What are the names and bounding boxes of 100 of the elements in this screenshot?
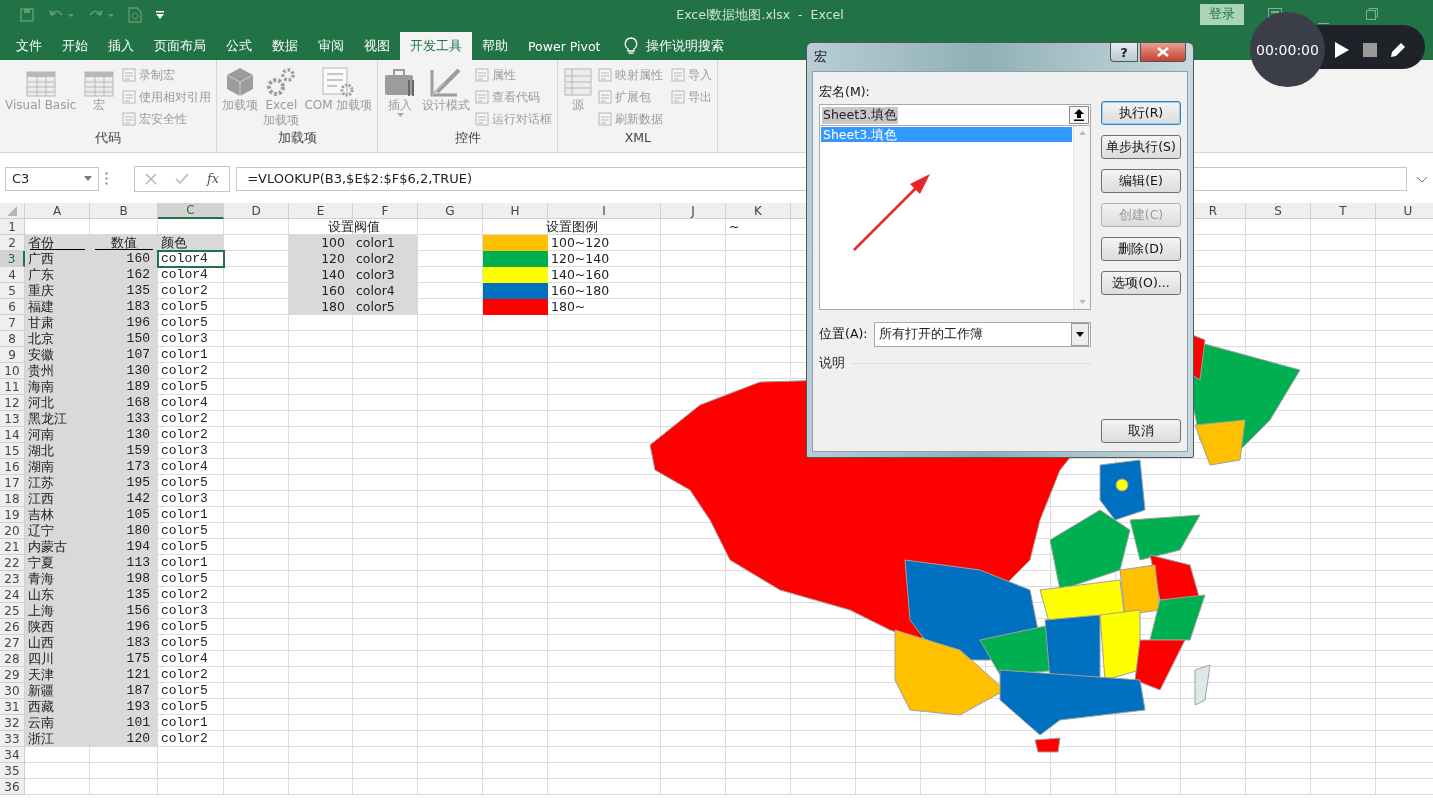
row-header[interactable]: 3 bbox=[0, 251, 25, 267]
column-header[interactable]: F bbox=[353, 203, 418, 219]
restore-icon[interactable] bbox=[1366, 8, 1378, 20]
row-header[interactable]: 15 bbox=[0, 443, 25, 459]
row-header[interactable]: 12 bbox=[0, 395, 25, 411]
column-header[interactable]: T bbox=[1311, 203, 1376, 219]
row-header[interactable]: 33 bbox=[0, 731, 25, 747]
table-cell: 194 bbox=[90, 539, 158, 555]
row-header[interactable]: 19 bbox=[0, 507, 25, 523]
row-header[interactable]: 13 bbox=[0, 411, 25, 427]
ribbon-tab[interactable]: 视图 bbox=[354, 32, 400, 60]
row-header[interactable]: 10 bbox=[0, 363, 25, 379]
save-icon[interactable] bbox=[20, 8, 34, 22]
customize-caret-icon[interactable] bbox=[156, 11, 164, 19]
row-header[interactable]: 7 bbox=[0, 315, 25, 331]
dialog-button[interactable]: 删除(D) bbox=[1101, 237, 1181, 261]
pen-button[interactable] bbox=[1391, 42, 1406, 57]
macro-name-field[interactable]: Sheet3.填色 bbox=[819, 104, 1091, 126]
row-header[interactable]: 29 bbox=[0, 667, 25, 683]
row-header[interactable]: 8 bbox=[0, 331, 25, 347]
row-header[interactable]: 6 bbox=[0, 299, 25, 315]
row-header[interactable]: 35 bbox=[0, 763, 25, 779]
row-header[interactable]: 9 bbox=[0, 347, 25, 363]
lightbulb-icon[interactable] bbox=[624, 37, 639, 55]
row-header[interactable]: 16 bbox=[0, 459, 25, 475]
help-button[interactable]: ? bbox=[1110, 43, 1138, 62]
column-header[interactable]: J bbox=[661, 203, 726, 219]
cube-icon bbox=[225, 66, 256, 98]
row-header[interactable]: 1 bbox=[0, 219, 25, 235]
row-header[interactable]: 32 bbox=[0, 715, 25, 731]
play-button[interactable] bbox=[1335, 41, 1349, 58]
table-cell: 180 bbox=[289, 299, 353, 315]
close-button[interactable] bbox=[1140, 43, 1186, 62]
ribbon-tab[interactable]: 开始 bbox=[52, 32, 98, 60]
sign-in-button[interactable]: 登录 bbox=[1200, 4, 1244, 25]
select-all-icon[interactable] bbox=[7, 205, 17, 216]
row-header[interactable]: 4 bbox=[0, 267, 25, 283]
collapse-button[interactable] bbox=[1069, 106, 1089, 124]
ribbon-tab[interactable]: 审阅 bbox=[308, 32, 354, 60]
column-header[interactable]: B bbox=[90, 203, 158, 219]
column-header[interactable]: K bbox=[726, 203, 791, 219]
column-header[interactable]: I bbox=[548, 203, 661, 219]
location-dropdown[interactable]: 所有打开的工作簿 bbox=[873, 322, 1091, 347]
column-header[interactable]: D bbox=[224, 203, 289, 219]
scroll-up-icon[interactable] bbox=[1078, 131, 1086, 135]
table-cell: color4 bbox=[158, 251, 224, 267]
expand-caret-icon[interactable] bbox=[1417, 177, 1427, 183]
row-header[interactable]: 24 bbox=[0, 587, 25, 603]
ribbon-tab[interactable]: 页面布局 bbox=[144, 32, 216, 60]
row-header[interactable]: 14 bbox=[0, 427, 25, 443]
ribbon-tab[interactable]: 帮助 bbox=[472, 32, 518, 60]
row-header[interactable]: 18 bbox=[0, 491, 25, 507]
scroll-down-icon[interactable] bbox=[1078, 300, 1086, 304]
dialog-button[interactable]: 单步执行(S) bbox=[1101, 135, 1181, 159]
print-preview-icon[interactable] bbox=[128, 7, 142, 23]
ribbon-tab[interactable]: Power Pivot bbox=[518, 32, 611, 60]
row-header[interactable]: 2 bbox=[0, 235, 25, 251]
tell-me-search[interactable]: 操作说明搜索 bbox=[646, 37, 725, 55]
scrollbar[interactable] bbox=[1073, 126, 1090, 309]
column-header[interactable]: E bbox=[289, 203, 353, 219]
column-header[interactable]: H bbox=[483, 203, 548, 219]
row-header[interactable]: 30 bbox=[0, 683, 25, 699]
row-header[interactable]: 23 bbox=[0, 571, 25, 587]
ribbon-tab[interactable]: 文件 bbox=[6, 32, 52, 60]
column-header[interactable]: C bbox=[158, 203, 224, 219]
row-header[interactable]: 25 bbox=[0, 603, 25, 619]
table-cell: 江苏 bbox=[25, 475, 90, 491]
ribbon-tab[interactable]: 公式 bbox=[216, 32, 262, 60]
dialog-button[interactable]: 编辑(E) bbox=[1101, 169, 1181, 193]
dialog-button[interactable]: 执行(R) bbox=[1101, 101, 1181, 125]
upload-arrow-icon bbox=[1074, 109, 1084, 121]
row-header[interactable]: 34 bbox=[0, 747, 25, 763]
column-header[interactable]: G bbox=[418, 203, 483, 219]
insert-function-button[interactable]: fx bbox=[207, 171, 220, 186]
ribbon-tab[interactable]: 开发工具 bbox=[400, 32, 472, 60]
column-header[interactable]: S bbox=[1246, 203, 1311, 219]
table-cell-text: 160~180 bbox=[550, 283, 611, 299]
ribbon-tab[interactable]: 插入 bbox=[98, 32, 144, 60]
row-header[interactable]: 26 bbox=[0, 619, 25, 635]
row-header[interactable]: 17 bbox=[0, 475, 25, 491]
row-header[interactable]: 11 bbox=[0, 379, 25, 395]
column-header[interactable]: A bbox=[25, 203, 90, 219]
dialog-button[interactable]: 选项(O)... bbox=[1101, 271, 1181, 295]
drag-handle-icon[interactable] bbox=[105, 172, 108, 185]
row-header[interactable]: 36 bbox=[0, 779, 25, 795]
row-header[interactable]: 5 bbox=[0, 283, 25, 299]
ribbon-tab[interactable]: 数据 bbox=[262, 32, 308, 60]
minimize-icon[interactable] bbox=[1318, 23, 1329, 25]
cancel-button[interactable]: 取消 bbox=[1101, 419, 1181, 443]
column-header[interactable]: U bbox=[1376, 203, 1433, 219]
row-header[interactable]: 22 bbox=[0, 555, 25, 571]
row-header[interactable]: 21 bbox=[0, 539, 25, 555]
cancel-icon[interactable] bbox=[145, 172, 157, 185]
row-header[interactable]: 27 bbox=[0, 635, 25, 651]
row-header[interactable]: 28 bbox=[0, 651, 25, 667]
row-header[interactable]: 20 bbox=[0, 523, 25, 539]
table-cell: 187 bbox=[90, 683, 158, 699]
check-icon[interactable] bbox=[175, 172, 189, 185]
name-box[interactable]: C3 bbox=[5, 166, 99, 191]
row-header[interactable]: 31 bbox=[0, 699, 25, 715]
